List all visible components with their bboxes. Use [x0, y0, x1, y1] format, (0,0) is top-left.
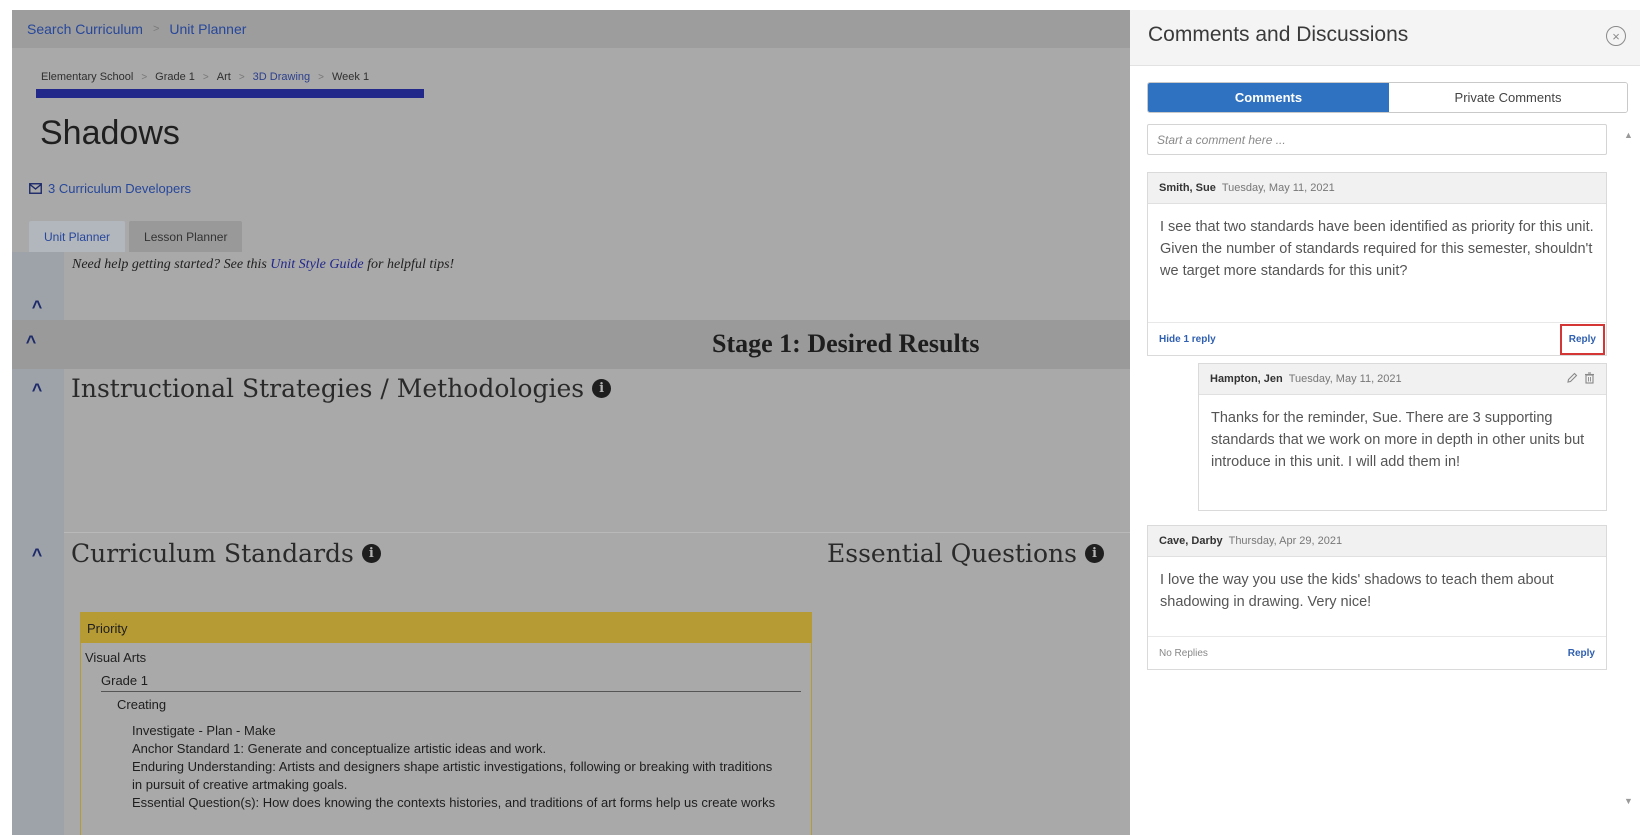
path-subject[interactable]: Art	[217, 71, 231, 83]
comment-text: I love the way you use the kids' shadows…	[1160, 572, 1554, 610]
chevron-right-icon: >	[238, 71, 245, 83]
no-replies-label: No Replies	[1159, 647, 1208, 659]
chevron-right-icon: >	[318, 71, 324, 83]
section-instructional-strategies: Instructional Strategies / Methodologies…	[71, 374, 612, 403]
unit-style-guide-link[interactable]: Unit Style Guide	[270, 257, 363, 272]
comment-date: Tuesday, May 11, 2021	[1288, 373, 1402, 385]
planner-content: Need help getting started? See this Unit…	[12, 252, 1130, 835]
pencil-icon[interactable]	[1566, 372, 1578, 384]
comment-actions	[1566, 372, 1595, 384]
scroll-down-icon[interactable]: ▼	[1624, 796, 1633, 806]
section-title: Curriculum Standards	[71, 539, 354, 568]
path-course[interactable]: 3D Drawing	[253, 71, 310, 83]
hide-replies-link[interactable]: Hide 1 reply	[1159, 334, 1216, 345]
standard-essential-question: Essential Question(s): How does knowing …	[132, 795, 776, 810]
page-title: Shadows	[40, 114, 180, 152]
section-essential-questions: Essential Questions i	[827, 539, 1104, 568]
comment-text: Thanks for the reminder, Sue. There are …	[1211, 410, 1585, 470]
comment-author: Hampton, Jen	[1210, 373, 1283, 385]
chevron-right-icon: >	[152, 23, 160, 35]
trash-icon[interactable]	[1584, 372, 1595, 384]
chevron-up-icon[interactable]: ^	[27, 545, 47, 566]
tab-comments[interactable]: Comments	[1148, 83, 1389, 112]
help-text-start: Need help getting started? See this	[72, 257, 271, 272]
comment-footer: Hide 1 reply Reply	[1148, 322, 1606, 355]
stage-title: Stage 1: Desired Results	[712, 329, 980, 358]
info-icon[interactable]: i	[592, 379, 612, 398]
standard-process: Investigate - Plan - Make	[132, 723, 276, 738]
comment-date: Tuesday, May 11, 2021	[1221, 182, 1335, 194]
standards-list: Priority Visual Arts Grade 1 Creating In…	[80, 612, 812, 835]
chevron-right-icon: >	[202, 71, 209, 83]
chevron-up-icon[interactable]: ^	[27, 380, 47, 401]
breadcrumb-unit-planner[interactable]: Unit Planner	[169, 21, 246, 37]
chevron-up-icon[interactable]: ^	[21, 332, 41, 353]
curriculum-path: Elementary School > Grade 1 > Art > 3D D…	[41, 71, 369, 83]
path-school[interactable]: Elementary School	[41, 71, 133, 83]
close-icon[interactable]: ×	[1606, 26, 1626, 46]
comment-author: Smith, Sue	[1159, 182, 1216, 194]
tab-private-comments[interactable]: Private Comments	[1389, 83, 1627, 112]
comment-text: I see that two standards have been ident…	[1160, 219, 1594, 279]
standard-understanding: Enduring Understanding: Artists and desi…	[132, 759, 773, 774]
section-title: Instructional Strategies / Methodologies	[71, 374, 585, 403]
panel-title: Comments and Discussions	[1148, 23, 1409, 46]
comment-date: Thursday, Apr 29, 2021	[1228, 535, 1343, 547]
panel-scrollbar[interactable]: ▲ ▼	[1620, 124, 1636, 835]
envelope-icon	[29, 183, 42, 194]
comment-author: Cave, Darby	[1159, 535, 1223, 547]
section-divider	[64, 532, 1130, 533]
standard-strand: Creating	[117, 697, 167, 712]
path-grade[interactable]: Grade 1	[155, 71, 195, 83]
comment-header: Hampton, Jen Tuesday, May 11, 2021	[1199, 364, 1606, 395]
breadcrumb-search-curriculum[interactable]: Search Curriculum	[27, 21, 143, 37]
standard-subject: Visual Arts	[85, 650, 147, 665]
comment-header: Cave, Darby Thursday, Apr 29, 2021	[1148, 526, 1606, 557]
tab-lesson-planner[interactable]: Lesson Planner	[129, 221, 243, 252]
comment-footer: No Replies Reply	[1148, 636, 1606, 669]
help-text-end: for helpful tips!	[363, 257, 455, 272]
section-curriculum-standards: Curriculum Standards i	[71, 539, 381, 568]
tab-unit-planner[interactable]: Unit Planner	[29, 221, 126, 252]
reply-button[interactable]: Reply	[1568, 648, 1595, 659]
developers-label: 3 Curriculum Developers	[48, 181, 192, 196]
top-breadcrumb: Search Curriculum > Unit Planner	[12, 10, 1130, 48]
comment-header: Smith, Sue Tuesday, May 11, 2021	[1148, 173, 1606, 204]
standard-understanding-cont: in pursuit of creative artmaking goals.	[132, 777, 348, 792]
unit-planner-page: Search Curriculum > Unit Planner Element…	[12, 10, 1130, 835]
section-title: Essential Questions	[827, 539, 1077, 568]
chevron-right-icon: >	[141, 71, 148, 83]
standard-anchor: Anchor Standard 1: Generate and conceptu…	[132, 741, 547, 756]
scroll-up-icon[interactable]: ▲	[1624, 130, 1633, 140]
info-icon[interactable]: i	[1084, 544, 1104, 563]
comment-card: Smith, Sue Tuesday, May 11, 2021 I see t…	[1147, 172, 1607, 356]
reply-button[interactable]: Reply	[1559, 323, 1605, 355]
comments-panel: Comments and Discussions × Comments Priv…	[1130, 10, 1640, 835]
reply-card: Hampton, Jen Tuesday, May 11, 2021 Thank…	[1198, 363, 1607, 511]
info-icon[interactable]: i	[361, 544, 381, 563]
grade-divider	[101, 691, 801, 692]
title-accent-bar	[36, 89, 424, 98]
chevron-up-icon[interactable]: ^	[27, 297, 47, 318]
standard-grade: Grade 1	[101, 673, 148, 688]
panel-header: Comments and Discussions ×	[1130, 10, 1640, 66]
comment-card: Cave, Darby Thursday, Apr 29, 2021 I lov…	[1147, 525, 1607, 670]
priority-header: Priority	[81, 613, 811, 643]
help-text: Need help getting started? See this Unit…	[72, 257, 454, 273]
comment-tabs: Comments Private Comments	[1147, 82, 1628, 113]
curriculum-developers-link[interactable]: 3 Curriculum Developers	[29, 181, 191, 196]
path-week[interactable]: Week 1	[332, 71, 369, 83]
comment-input[interactable]	[1147, 124, 1607, 155]
planner-tabs: Unit Planner Lesson Planner	[29, 221, 243, 252]
